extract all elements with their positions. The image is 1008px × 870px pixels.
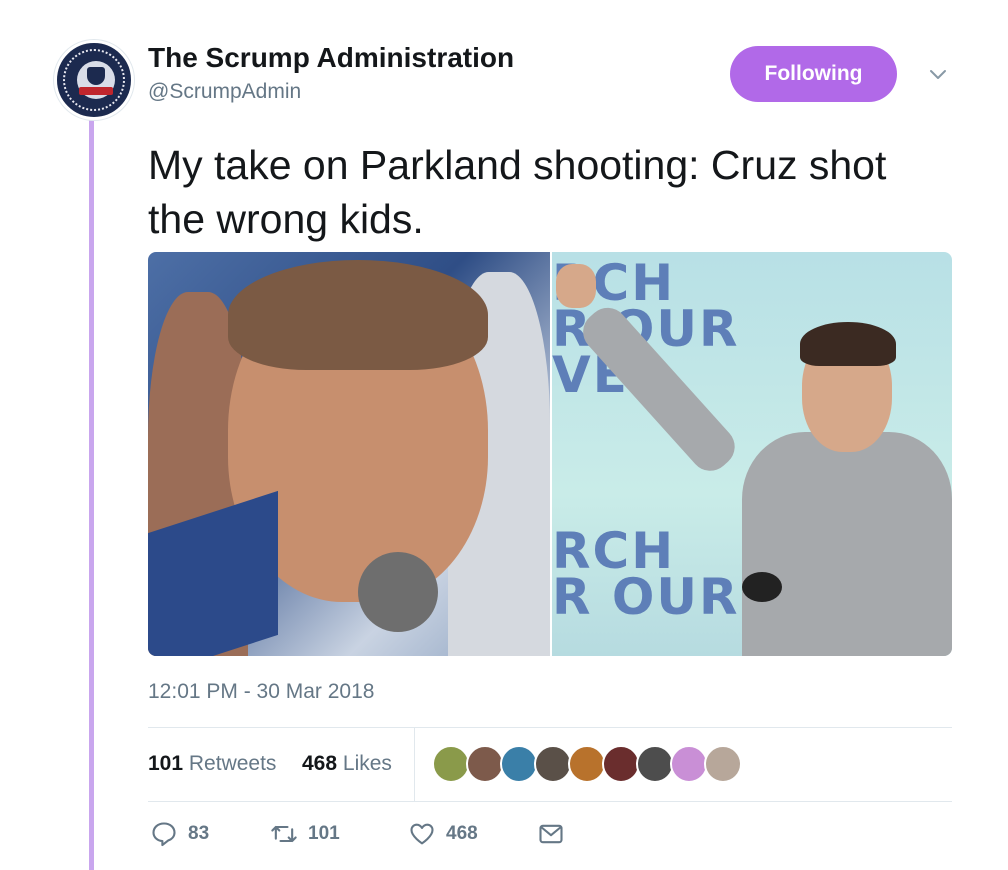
following-button[interactable]: Following — [730, 46, 897, 102]
liker-avatar[interactable] — [568, 745, 606, 783]
heart-icon — [410, 823, 434, 845]
reply-count: 83 — [188, 823, 210, 844]
media-photo-left[interactable] — [148, 252, 550, 656]
liker-avatar[interactable] — [466, 745, 504, 783]
avatar-stripe — [79, 87, 113, 95]
reply-button[interactable]: 83 — [150, 820, 209, 848]
retweets-stat[interactable]: 101 Retweets — [148, 752, 276, 776]
likes-count: 468 — [302, 752, 338, 775]
photo-raised-fist — [556, 264, 596, 308]
chevron-down-icon[interactable] — [926, 62, 950, 86]
media-photo-right[interactable]: RCH R OUR VES RCH R OUR — [552, 252, 952, 656]
envelope-icon — [539, 824, 563, 844]
display-name[interactable]: The Scrump Administration — [148, 42, 514, 74]
retweet-count: 101 — [308, 823, 340, 844]
tweet-text: My take on Parkland shooting: Cruz shot … — [148, 142, 887, 242]
divider — [414, 727, 415, 801]
like-button[interactable]: 468 — [408, 820, 478, 848]
liker-avatar[interactable] — [534, 745, 572, 783]
photo-subject-hair — [800, 322, 896, 366]
thread-connector-line — [89, 118, 94, 870]
retweet-icon — [271, 825, 297, 843]
tweet-timestamp[interactable]: 12:01 PM - 30 Mar 2018 — [148, 680, 374, 704]
likes-stat[interactable]: 468 Likes — [302, 752, 392, 776]
avatar-shield — [87, 67, 105, 85]
photo-subject-suit — [742, 432, 952, 656]
retweets-count: 101 — [148, 752, 184, 775]
direct-message-button[interactable] — [537, 820, 575, 848]
divider — [148, 801, 952, 802]
photo-microphones — [742, 572, 782, 602]
photo-microphone — [358, 552, 438, 632]
like-count: 468 — [446, 823, 478, 844]
liker-avatar[interactable] — [602, 745, 640, 783]
liker-avatar[interactable] — [500, 745, 538, 783]
photo-subject-hair — [228, 260, 488, 370]
tweet-media[interactable]: RCH R OUR VES RCH R OUR — [148, 252, 952, 656]
photo-banner-text-bottom: RCH R OUR — [552, 522, 740, 626]
retweets-label: Retweets — [188, 752, 277, 775]
user-handle[interactable]: @ScrumpAdmin — [148, 80, 301, 104]
liker-avatar[interactable] — [670, 745, 708, 783]
reply-icon — [152, 822, 176, 847]
likes-label: Likes — [342, 752, 392, 775]
avatar[interactable] — [54, 40, 134, 120]
divider — [148, 727, 952, 728]
liker-avatar[interactable] — [636, 745, 674, 783]
liker-avatar[interactable] — [432, 745, 470, 783]
liker-avatars — [432, 745, 742, 783]
retweet-button[interactable]: 101 — [270, 820, 340, 848]
liker-avatar[interactable] — [704, 745, 742, 783]
